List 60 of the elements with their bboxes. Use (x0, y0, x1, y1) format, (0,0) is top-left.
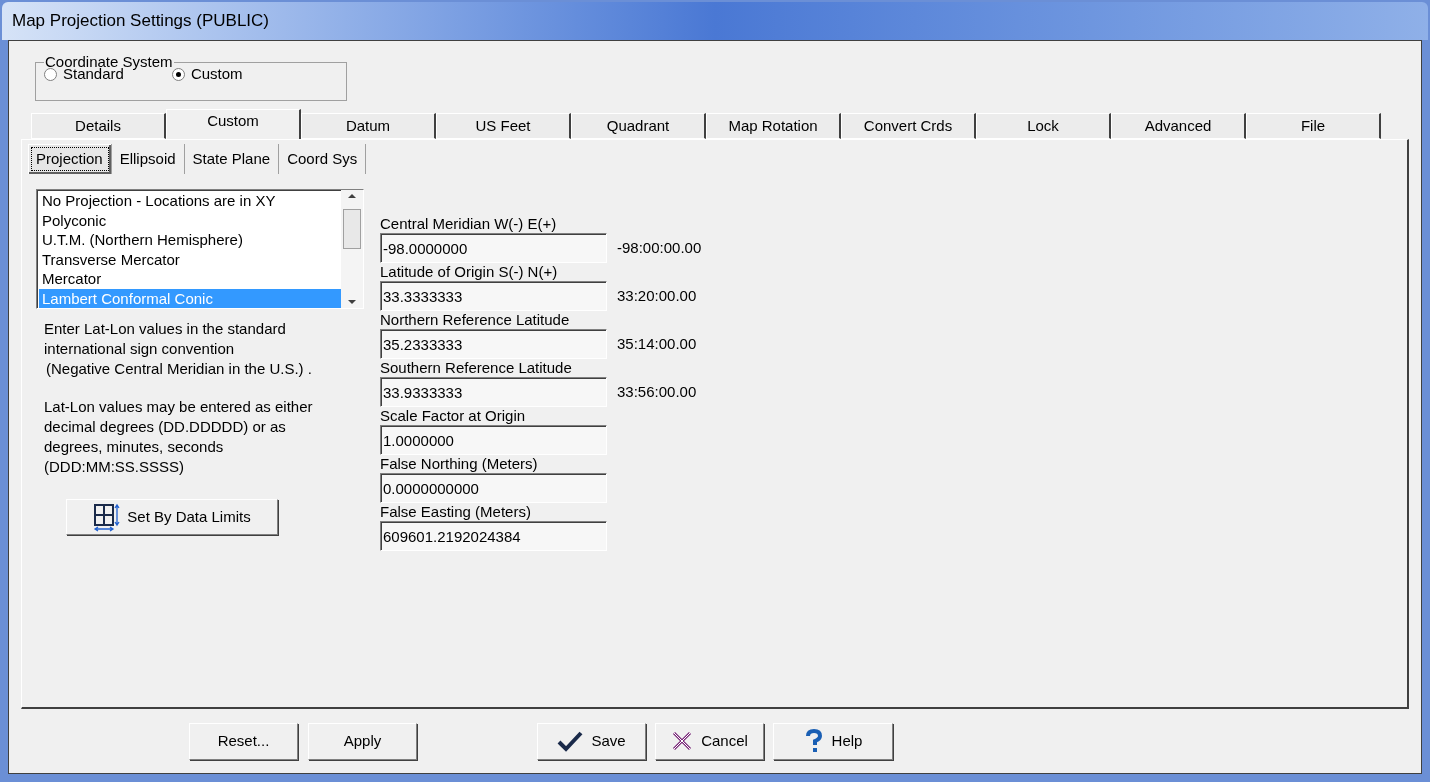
sub-tab[interactable]: Coord Sys (279, 144, 367, 174)
field-label: Southern Reference Latitude (380, 359, 573, 377)
dms-value: 33:56:00.00 (617, 381, 697, 402)
tab[interactable]: US Feet (436, 113, 571, 139)
window-title: Map Projection Settings (PUBLIC) (12, 10, 269, 33)
tab[interactable]: Custom (166, 109, 301, 139)
input-field[interactable]: 33.9333333 (380, 377, 607, 407)
input-field[interactable]: 33.3333333 (380, 281, 607, 311)
field-label: Latitude of Origin S(-) N(+) (380, 263, 559, 281)
tab[interactable]: File (1246, 113, 1381, 139)
list-item[interactable]: No Projection - Locations are in XY (39, 191, 341, 211)
question-mark-icon (803, 729, 824, 753)
dialog-button[interactable]: Save (537, 722, 646, 760)
field-label: Central Meridian W(-) E(+) (380, 215, 558, 233)
field-label: False Northing (Meters) (380, 455, 539, 473)
tab[interactable]: Convert Crds (841, 113, 976, 139)
sub-tab[interactable]: Ellipsoid (111, 144, 185, 174)
tab[interactable]: Datum (301, 113, 436, 139)
input-field[interactable]: -98.0000000 (380, 233, 607, 263)
tab[interactable]: Lock (976, 113, 1111, 139)
sub-tab[interactable]: State Plane (184, 144, 280, 174)
sub-tab[interactable]: Projection (28, 144, 112, 174)
tab[interactable]: Quadrant (571, 113, 706, 139)
dms-value: 33:20:00.00 (617, 285, 697, 306)
tab[interactable]: Advanced (1111, 113, 1246, 139)
dms-value: 35:14:00.00 (617, 333, 697, 354)
dialog-button[interactable]: Apply (308, 722, 417, 760)
grid-arrows-icon (93, 502, 122, 532)
input-field[interactable]: 35.2333333 (380, 329, 607, 359)
checkmark-icon (557, 730, 584, 752)
group-label: Coordinate System (44, 55, 174, 69)
field-label: False Easting (Meters) (380, 503, 532, 521)
x-icon (671, 730, 694, 752)
input-field[interactable]: 1.0000000 (380, 425, 607, 455)
dialog-button[interactable]: Help (773, 722, 893, 760)
list-item[interactable]: U.T.M. (Northern Hemisphere) (39, 230, 341, 250)
radio-button[interactable] (44, 67, 57, 81)
list-item[interactable]: Transverse Mercator (39, 249, 341, 269)
radio-button[interactable] (171, 67, 185, 81)
tab[interactable]: Details (31, 113, 166, 139)
list-item[interactable]: Polyconic (39, 210, 341, 230)
dialog-button[interactable]: Cancel (655, 722, 764, 760)
help-text: (Negative Central Meridian in the U.S.) . (46, 359, 313, 379)
field-label: Scale Factor at Origin (380, 407, 527, 425)
set-by-data-limits-button[interactable]: Set By Data Limits (66, 499, 278, 535)
input-field[interactable]: 609601.2192024384 (380, 521, 607, 551)
radio-option[interactable]: Custom (171, 63, 243, 86)
scroll-down-icon[interactable] (348, 300, 356, 304)
input-field[interactable]: 0.0000000000 (380, 473, 607, 503)
scroll-thumb[interactable] (343, 209, 361, 249)
tab[interactable]: Map Rotation (706, 113, 841, 139)
projection-listbox[interactable]: No Projection - Locations are in XY Polyconic U.T.M. (Northern Hemisphere) Transverse Mercator Mercator Lambert Conformal Conic (36, 189, 364, 309)
dms-value: -98:00:00.00 (617, 237, 702, 258)
scrollbar[interactable] (341, 190, 363, 308)
help-text: Enter Lat-Lon values in the standard international sign convention (44, 319, 287, 359)
field-label: Northern Reference Latitude (380, 311, 571, 329)
list-item[interactable]: Mercator (39, 269, 341, 289)
scroll-up-icon[interactable] (348, 194, 356, 198)
help-text: Lat-Lon values may be entered as either decimal degrees (DD.DDDDD) or as degrees, minutes, seconds (DDD:MM:SS.SSSS) (44, 397, 314, 477)
dialog-button[interactable]: Reset... (189, 722, 298, 760)
